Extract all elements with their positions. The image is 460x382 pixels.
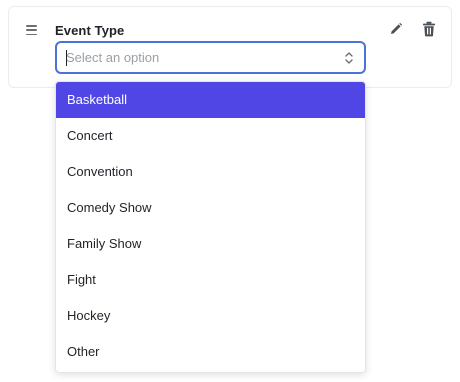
options-dropdown: Basketball Concert Convention Comedy Sho…: [55, 81, 366, 373]
option-concert[interactable]: Concert: [56, 118, 365, 154]
pencil-icon[interactable]: [389, 22, 403, 36]
event-type-select[interactable]: [55, 41, 366, 74]
chevron-up-down-icon[interactable]: [344, 51, 354, 65]
drag-handle-icon[interactable]: [26, 25, 37, 36]
trash-icon[interactable]: [422, 21, 436, 37]
option-basketball[interactable]: Basketball: [56, 82, 365, 118]
option-fight[interactable]: Fight: [56, 262, 365, 298]
option-convention[interactable]: Convention: [56, 154, 365, 190]
option-hockey[interactable]: Hockey: [56, 298, 365, 334]
option-comedy-show[interactable]: Comedy Show: [56, 190, 365, 226]
option-other[interactable]: Other: [56, 334, 365, 370]
option-family-show[interactable]: Family Show: [56, 226, 365, 262]
field-label: Event Type: [55, 23, 125, 38]
event-type-input[interactable]: [66, 43, 326, 72]
